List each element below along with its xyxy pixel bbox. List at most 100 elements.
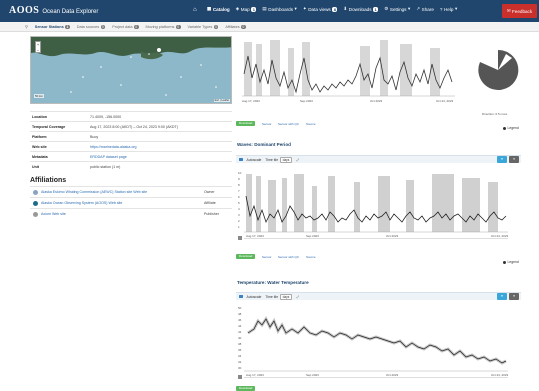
- sensor-link[interactable]: Sensor: [262, 122, 272, 126]
- chevron-down-icon: ▾: [407, 6, 411, 11]
- svg-text:2: 2: [238, 219, 240, 223]
- station-marker[interactable]: [148, 53, 150, 55]
- svg-text:46: 46: [238, 318, 242, 322]
- direction-gauge: [478, 49, 519, 90]
- chevron-down-icon: ▾: [294, 6, 297, 11]
- chart-3-scrollbar[interactable]: [244, 377, 508, 378]
- download-button[interactable]: Download: [236, 386, 256, 391]
- chart-3-settings-button[interactable]: ▾: [497, 293, 507, 300]
- station-marker[interactable]: [165, 94, 167, 96]
- chart-3-plot[interactable]: 50 48 46 44 42 40 38 36 34 32 30 Aug 17,…: [236, 303, 521, 383]
- filter-data-sources[interactable]: Data sources 0: [77, 24, 106, 29]
- aoos-logo: AOOS: [9, 5, 40, 16]
- chart-2-settings-button[interactable]: ▾: [497, 156, 507, 163]
- downloads-badge: 1: [373, 6, 379, 12]
- svg-text:5: 5: [238, 201, 240, 205]
- chart-1-plot[interactable]: Aug 17, 2023 Sep 2023 Oct 2023 Oct 24, 2…: [240, 34, 465, 104]
- affiliation-logo: [33, 189, 38, 195]
- nav-data-views[interactable]: ✦ Data views 8: [303, 6, 338, 12]
- legend-toggle[interactable]: Legend: [503, 260, 519, 264]
- chart-2-scroll-handle[interactable]: [238, 236, 242, 240]
- legend-toggle[interactable]: Legend: [503, 126, 519, 130]
- affiliation-name[interactable]: Axiom Web site: [41, 212, 204, 216]
- chart-3-scroll-handle[interactable]: [238, 375, 242, 379]
- metadata-link[interactable]: ERDDAP dataset page: [90, 155, 232, 159]
- filter-project-data[interactable]: Project data 0: [112, 24, 139, 29]
- expand-icon[interactable]: ⤢: [296, 295, 299, 299]
- map-layer: [31, 37, 231, 96]
- info-row-location: Location 71.4009, -156.0000: [30, 111, 232, 121]
- dashboard-icon: ▤: [262, 6, 267, 11]
- filter-icon[interactable]: ⚲: [25, 24, 28, 29]
- filter-sensor-stations[interactable]: Sensor Stations 1: [35, 24, 70, 29]
- chart-2-menu-button[interactable]: ≡: [509, 156, 519, 163]
- station-marker[interactable]: [215, 86, 217, 88]
- station-map[interactable]: + − 50 km Esri | Leaflet: [30, 36, 232, 104]
- station-marker[interactable]: [180, 76, 182, 78]
- download-button[interactable]: Download: [236, 121, 256, 126]
- autoscale-label: Autoscale: [246, 294, 262, 299]
- affiliation-row: Alaska Ocean Observing System (AOOS) Web…: [30, 197, 232, 208]
- feedback-button[interactable]: ✉ Feedback: [502, 4, 537, 18]
- gauge-pie: [478, 49, 519, 90]
- home-icon[interactable]: ⌂: [193, 7, 197, 13]
- chart-2-title: Waves: Dominant Period: [237, 142, 291, 147]
- chart-2-xticks: Aug 17, 2023 Sep 2023 Oct 2023 Oct 24, 2…: [246, 234, 509, 238]
- catalog-icon: ▦: [207, 6, 212, 11]
- chart-2-plot[interactable]: 10 9 8 7 6 5 4 3 2 1 Aug 17, 2023 Sep 20…: [236, 166, 521, 244]
- nav-catalog[interactable]: ▦ Catalog: [207, 6, 230, 12]
- affiliation-logo: [33, 200, 38, 206]
- svg-text:6: 6: [238, 195, 240, 199]
- info-row-unit: Unit public station (1 m): [30, 161, 232, 171]
- affiliation-role: Affiliate: [204, 201, 216, 205]
- download-button[interactable]: Download: [236, 254, 256, 259]
- website-link[interactable]: https://marinedata-alaska.org: [90, 145, 232, 149]
- data-views-badge: 8: [332, 6, 338, 12]
- station-marker[interactable]: [82, 76, 84, 78]
- chart-1-xtick: Aug 17, 2023: [242, 99, 260, 103]
- expand-icon[interactable]: ⤢: [296, 158, 299, 162]
- source-link[interactable]: Source: [306, 255, 316, 259]
- nav-settings[interactable]: ⚙ Settings ▾: [384, 6, 410, 12]
- station-marker[interactable]: [130, 56, 132, 58]
- filter-moving-platforms[interactable]: Moving platforms 0: [146, 24, 181, 29]
- svg-text:9: 9: [238, 177, 240, 181]
- help-icon: ?: [439, 6, 443, 12]
- filter-variable-types[interactable]: Variable Types 0: [188, 24, 219, 29]
- zoom-control[interactable]: + −: [35, 41, 41, 53]
- svg-text:Oct 2023: Oct 2023: [386, 373, 399, 377]
- brand[interactable]: AOOS Ocean Data Explorer: [9, 5, 98, 16]
- autoscale-checkbox[interactable]: [239, 157, 243, 162]
- svg-text:30: 30: [238, 366, 242, 370]
- legend-icon: [503, 260, 506, 264]
- svg-text:10: 10: [238, 171, 242, 175]
- sensor-link[interactable]: Sensor: [262, 255, 272, 259]
- station-marker[interactable]: [70, 91, 72, 93]
- svg-text:Oct 24, 2023: Oct 24, 2023: [491, 373, 509, 377]
- sensor-qc-link[interactable]: Sensor with QC: [278, 122, 299, 126]
- chart-3-menu-button[interactable]: ≡: [509, 293, 519, 300]
- nav-map[interactable]: ◈ Map 1: [236, 6, 257, 12]
- chart-3-xticks: Aug 17, 2023 Sep 2023 Oct 2023 Oct 24, 2…: [246, 373, 509, 377]
- station-marker[interactable]: [120, 84, 122, 86]
- affiliation-name[interactable]: Alaska Ocean Observing System (AOOS) Web…: [41, 201, 204, 205]
- nav-share[interactable]: ↗ Share: [416, 6, 434, 12]
- direction-note: Direction: 0.5 more: [482, 112, 508, 116]
- affiliation-name[interactable]: Alaska Eskimo Whaling Commission (AEWC) …: [41, 190, 204, 194]
- station-marker[interactable]: [100, 66, 102, 68]
- nav-help[interactable]: ? Help ▾: [440, 6, 457, 12]
- timescale-select[interactable]: days: [279, 156, 293, 163]
- svg-text:34: 34: [238, 354, 242, 358]
- autoscale-checkbox[interactable]: [239, 294, 243, 299]
- source-link[interactable]: Source: [306, 122, 316, 126]
- nav-downloads[interactable]: ⬇ Downloads 1: [343, 6, 379, 12]
- svg-text:42: 42: [238, 330, 242, 334]
- station-marker-selected[interactable]: [157, 48, 161, 52]
- nav-dashboards[interactable]: ▤ Dashboards ▾: [262, 6, 296, 12]
- station-marker[interactable]: [200, 64, 202, 66]
- chart-2-scrollbar[interactable]: [244, 238, 508, 239]
- timescale-select[interactable]: days: [279, 293, 293, 300]
- filter-affiliates[interactable]: Affiliates 0: [225, 24, 246, 29]
- sensor-qc-link[interactable]: Sensor with QC: [278, 255, 299, 259]
- affiliation-logo: [33, 211, 38, 217]
